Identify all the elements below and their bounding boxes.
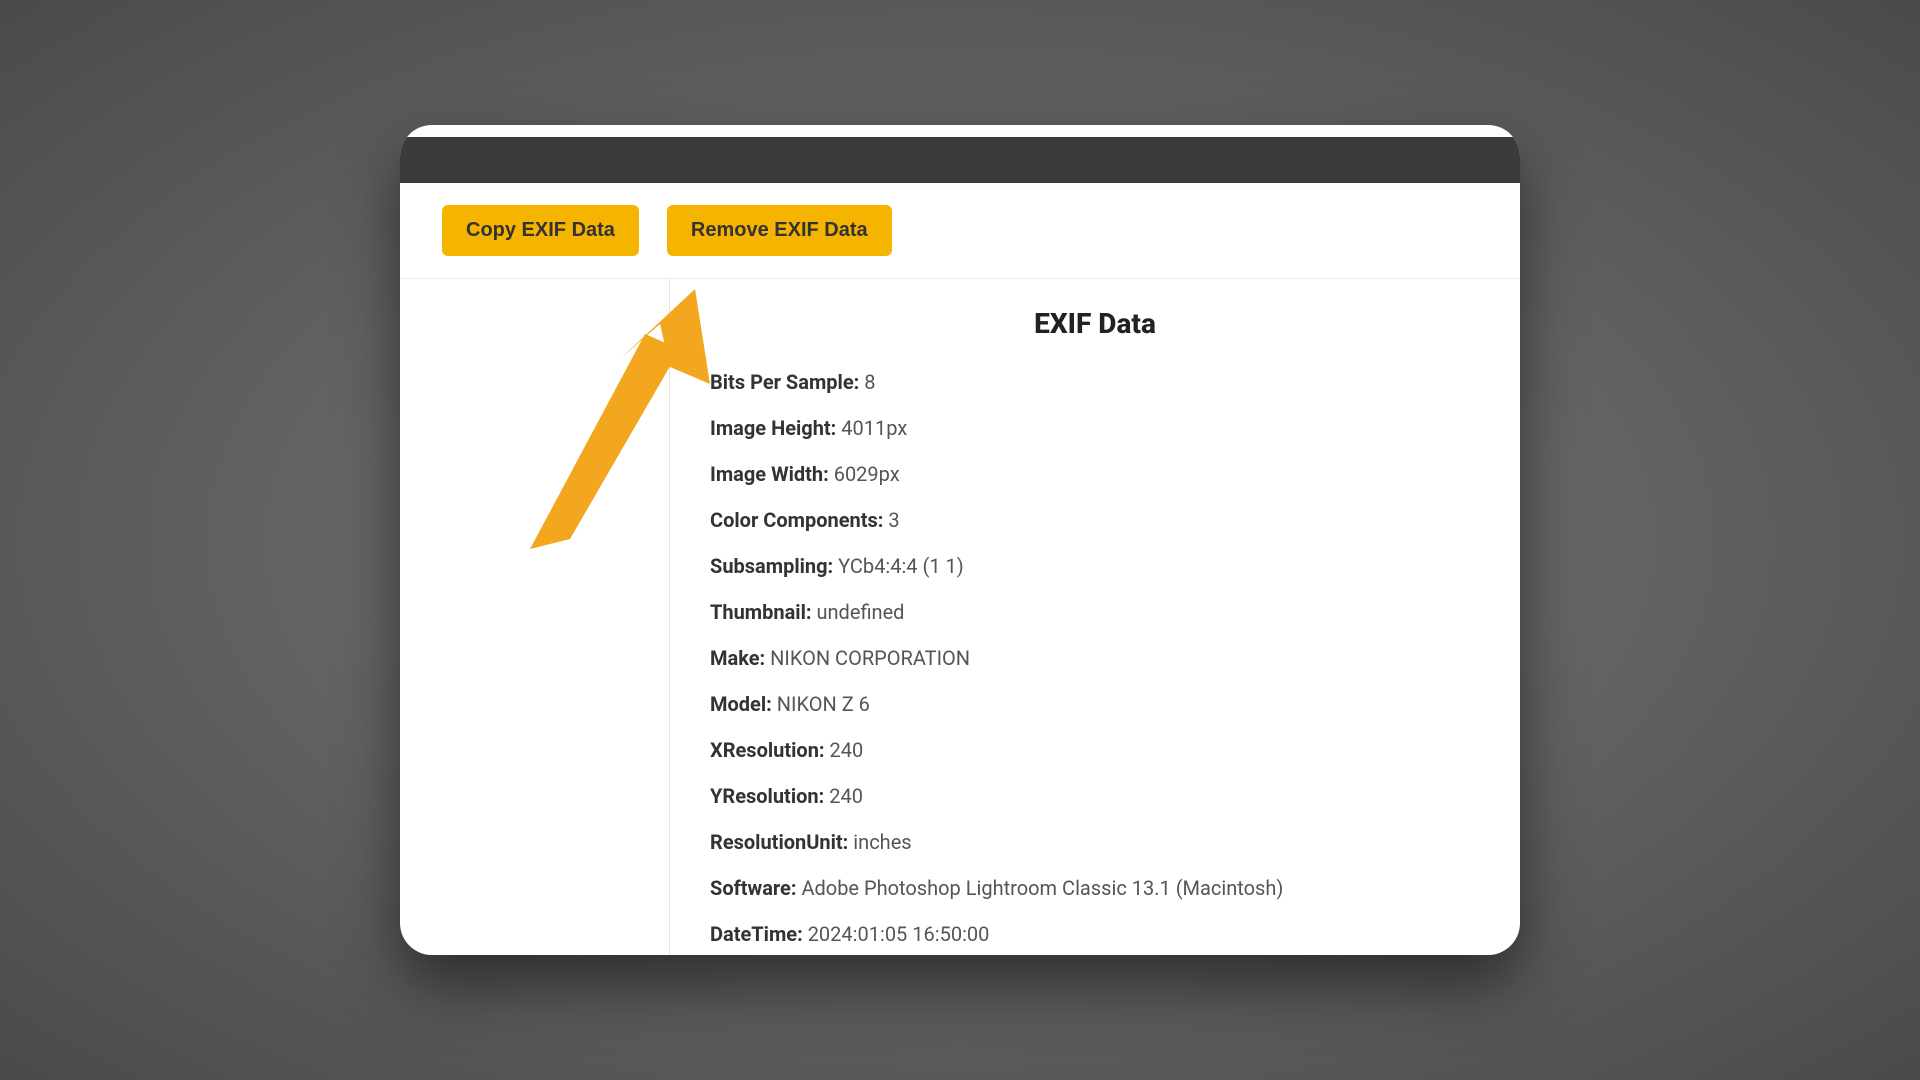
exif-field-row: DateTime: 2024:01:05 16:50:00 <box>710 920 1480 948</box>
exif-field-label: Make: <box>710 646 770 670</box>
exif-field-label: Color Components: <box>710 508 888 532</box>
exif-field-list: Bits Per Sample: 8Image Height: 4011pxIm… <box>710 368 1480 955</box>
exif-panel: EXIF Data Bits Per Sample: 8 Image Height… <box>670 279 1520 955</box>
exif-field-value: 240 <box>829 784 863 808</box>
exif-heading: EXIF Data <box>710 307 1480 340</box>
exif-field-label: Bits Per Sample: <box>710 370 864 394</box>
left-pane <box>400 279 670 955</box>
exif-field-row: Make: NIKON CORPORATION <box>710 644 1480 672</box>
exif-field-label: Thumbnail: <box>710 600 816 624</box>
exif-field-value: Adobe Photoshop Lightroom Classic 13.1 (… <box>801 876 1283 900</box>
exif-field-label: ResolutionUnit: <box>710 830 853 854</box>
exif-field-value: 2024:01:05 16:50:00 <box>808 922 990 946</box>
exif-field-row: YResolution: 240 <box>710 782 1480 810</box>
exif-field-value: NIKON Z 6 <box>777 692 870 716</box>
content-area: EXIF Data Bits Per Sample: 8 Image Height… <box>400 279 1520 955</box>
copy-exif-button[interactable]: Copy EXIF Data <box>442 205 639 256</box>
exif-field-row: Software: Adobe Photoshop Lightroom Clas… <box>710 874 1480 902</box>
remove-exif-button[interactable]: Remove EXIF Data <box>667 205 892 256</box>
exif-field-value: undefined <box>816 600 904 624</box>
exif-field-value: 3 <box>888 508 899 532</box>
exif-field-value: 8 <box>864 370 875 394</box>
exif-field-label: Model: <box>710 692 777 716</box>
exif-field-label: XResolution: <box>710 738 830 762</box>
exif-field-row: Subsampling: YCb4:4:4 (1 1) <box>710 552 1480 580</box>
exif-field-row: Thumbnail: undefined <box>710 598 1480 626</box>
app-window: Copy EXIF Data Remove EXIF Data EXIF Dat… <box>400 125 1520 955</box>
exif-field-row: ResolutionUnit: inches <box>710 828 1480 856</box>
exif-field-value: 6029px <box>834 462 900 486</box>
exif-field-row: Color Components: 3 <box>710 506 1480 534</box>
exif-field-value: NIKON CORPORATION <box>770 646 970 670</box>
exif-field-label: YResolution: <box>710 784 829 808</box>
exif-field-label: DateTime: <box>710 922 808 946</box>
window-titlebar <box>400 137 1520 183</box>
exif-field-value: 4011px <box>841 416 907 440</box>
exif-field-row: Image Width: 6029px <box>710 460 1480 488</box>
exif-field-row: XResolution: 240 <box>710 736 1480 764</box>
exif-field-label: Subsampling: <box>710 554 838 578</box>
exif-field-row: Bits Per Sample: 8 <box>710 368 1480 396</box>
exif-field-value: YCb4:4:4 (1 1) <box>838 554 964 578</box>
exif-field-label: Image Height: <box>710 416 841 440</box>
exif-field-label: Software: <box>710 876 801 900</box>
exif-field-value: inches <box>853 830 911 854</box>
exif-field-label: Image Width: <box>710 462 834 486</box>
exif-field-row: Image Height: 4011px <box>710 414 1480 442</box>
exif-field-row: Model: NIKON Z 6 <box>710 690 1480 718</box>
toolbar: Copy EXIF Data Remove EXIF Data <box>400 183 1520 279</box>
exif-field-value: 240 <box>830 738 864 762</box>
